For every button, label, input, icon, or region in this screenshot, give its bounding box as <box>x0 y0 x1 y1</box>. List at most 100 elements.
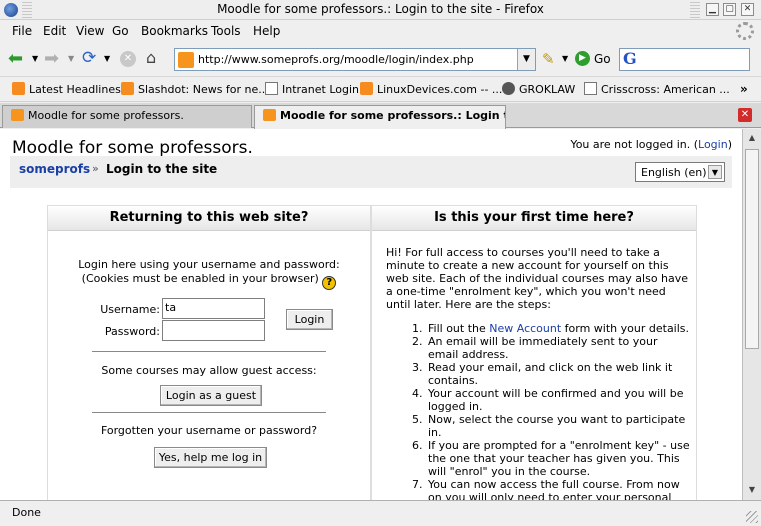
rss-icon <box>360 82 373 95</box>
bookmark-latest-headlines[interactable]: Latest Headlines <box>12 82 121 96</box>
signup-panel: Is this your first time here? Hi! For fu… <box>371 205 697 500</box>
help-icon[interactable]: ? <box>322 276 337 290</box>
signup-panel-heading: Is this your first time here? <box>372 206 696 231</box>
password-field[interactable] <box>162 320 265 341</box>
bookmarks-overflow-icon[interactable]: » <box>740 82 748 96</box>
step-text: Fill out the <box>428 322 490 335</box>
moodle-tab-icon <box>263 109 276 121</box>
forward-dropdown-icon[interactable]: ▼ <box>68 54 74 63</box>
signup-steps: 1. Fill out the New Account form with you… <box>386 322 691 500</box>
language-select[interactable]: English (en) ▼ <box>635 162 725 182</box>
bookmark-label: Slashdot: News for ne... <box>138 83 269 96</box>
maximize-button[interactable]: ▢ <box>723 3 736 16</box>
title-bar: Moodle for some professors.: Login to th… <box>0 0 761 20</box>
menu-edit[interactable]: Edit <box>43 24 66 38</box>
login-link[interactable]: Login <box>698 138 728 151</box>
tab-bar: Moodle for some professors. Moodle for s… <box>0 103 761 129</box>
reload-icon[interactable]: ⟳ <box>82 50 96 67</box>
bookmark-label: LinuxDevices.com -- ... <box>377 83 503 96</box>
chevron-down-icon[interactable]: ▼ <box>708 165 722 179</box>
step-number: 7. <box>412 478 423 491</box>
search-box[interactable]: G <box>619 48 750 71</box>
menu-view[interactable]: View <box>76 24 104 38</box>
menu-bar: File Edit View Go Bookmarks Tools Help <box>0 21 761 41</box>
bookmark-crisscross[interactable]: Crisscross: American ... <box>584 82 730 96</box>
login-intro-line1: Login here using your username and passw… <box>78 258 340 271</box>
scroll-down-icon[interactable]: ▼ <box>745 483 759 497</box>
extension-dropdown-icon[interactable]: ▼ <box>562 54 568 63</box>
new-account-link[interactable]: New Account <box>489 322 561 335</box>
close-window-button[interactable]: ✕ <box>741 3 754 16</box>
page-icon <box>584 82 597 95</box>
bookmark-label: Crisscross: American ... <box>601 83 730 96</box>
menu-go[interactable]: Go <box>112 24 129 38</box>
step-item: 2. An email will be immediately sent to y… <box>386 335 691 361</box>
go-button[interactable]: Go <box>594 52 611 66</box>
step-text: Read your email, and click on the web li… <box>428 361 673 387</box>
forgot-password-button[interactable]: Yes, help me log in <box>154 447 267 468</box>
google-search-icon[interactable]: G <box>623 49 637 68</box>
url-history-dropdown-icon[interactable]: ▼ <box>517 49 535 70</box>
back-dropdown-icon[interactable]: ▼ <box>32 54 38 63</box>
close-tab-icon[interactable]: ✕ <box>738 108 752 122</box>
step-item: 3. Read your email, and click on the web … <box>386 361 691 387</box>
login-info: You are not logged in. (Login) <box>570 138 732 151</box>
bookmark-linuxdevices[interactable]: LinuxDevices.com -- ... <box>360 82 502 96</box>
language-value: English (en) <box>641 166 707 179</box>
username-field[interactable]: ta <box>162 298 265 319</box>
groklaw-icon <box>502 82 515 95</box>
bookmark-intranet-login[interactable]: Intranet Login <box>265 82 359 96</box>
bookmark-label: Intranet Login <box>282 83 360 96</box>
bookmark-label: GROKLAW <box>519 83 576 96</box>
minimize-button[interactable]: ▁ <box>706 3 719 16</box>
url-bar[interactable]: http://www.someprofs.org/moodle/login/in… <box>174 48 536 71</box>
divider <box>92 351 326 352</box>
step-number: 6. <box>412 439 423 452</box>
scroll-up-icon[interactable]: ▲ <box>745 131 759 145</box>
guest-login-button[interactable]: Login as a guest <box>160 385 262 406</box>
tab-moodle-login[interactable]: Moodle for some professors.: Login to ..… <box>254 105 506 129</box>
step-number: 4. <box>412 387 423 400</box>
breadcrumb-home[interactable]: someprofs <box>19 162 90 176</box>
menu-tools[interactable]: Tools <box>211 24 241 38</box>
step-item: 1. Fill out the New Account form with you… <box>386 322 691 335</box>
forward-icon[interactable]: ➡ <box>44 50 59 68</box>
moodle-tab-icon <box>11 109 24 121</box>
scrollbar-thumb[interactable] <box>745 149 759 349</box>
menu-help[interactable]: Help <box>253 24 280 38</box>
login-intro-line2: (Cookies must be enabled in your browser… <box>81 272 319 285</box>
login-intro-line2-wrap: (Cookies must be enabled in your browser… <box>48 272 370 290</box>
resize-grip-icon[interactable] <box>746 511 758 523</box>
moodle-site-icon <box>178 52 194 68</box>
step-number: 1. <box>412 322 423 335</box>
rss-icon <box>12 82 25 95</box>
divider <box>92 412 326 413</box>
step-text: Your account will be confirmed and you w… <box>428 387 684 413</box>
menu-file[interactable]: File <box>12 24 32 38</box>
back-icon[interactable]: ⬅ <box>8 50 23 68</box>
status-text: Done <box>12 506 41 519</box>
signup-intro: Hi! For full access to courses you'll ne… <box>386 246 689 311</box>
step-text: You can now access the full course. From… <box>428 478 680 500</box>
home-icon[interactable]: ⌂ <box>146 49 156 67</box>
stop-icon[interactable]: ✕ <box>120 51 136 67</box>
go-icon[interactable]: ▶ <box>575 51 590 66</box>
step-item: 7. You can now access the full course. Fr… <box>386 478 691 500</box>
bookmark-slashdot[interactable]: Slashdot: News for ne... <box>121 82 269 96</box>
extension-icon[interactable]: ✎ <box>542 51 555 67</box>
step-text: Now, select the course you want to parti… <box>428 413 686 439</box>
tab-label: Moodle for some professors.: Login to ..… <box>280 109 505 122</box>
step-text: An email will be immediately sent to you… <box>428 335 658 361</box>
throbber-icon <box>736 22 754 40</box>
login-button[interactable]: Login <box>286 309 333 330</box>
url-input[interactable]: http://www.someprofs.org/moodle/login/in… <box>198 53 474 66</box>
menu-bookmarks[interactable]: Bookmarks <box>141 24 208 38</box>
bookmark-groklaw[interactable]: GROKLAW <box>502 82 575 96</box>
tab-moodle-home[interactable]: Moodle for some professors. <box>2 105 252 128</box>
bookmark-label: Latest Headlines <box>29 83 121 96</box>
login-status-suffix: ) <box>727 138 732 151</box>
step-number: 2. <box>412 335 423 348</box>
reload-dropdown-icon[interactable]: ▼ <box>104 54 110 63</box>
step-number: 3. <box>412 361 423 374</box>
vertical-scrollbar[interactable]: ▲ ▼ <box>742 129 761 500</box>
